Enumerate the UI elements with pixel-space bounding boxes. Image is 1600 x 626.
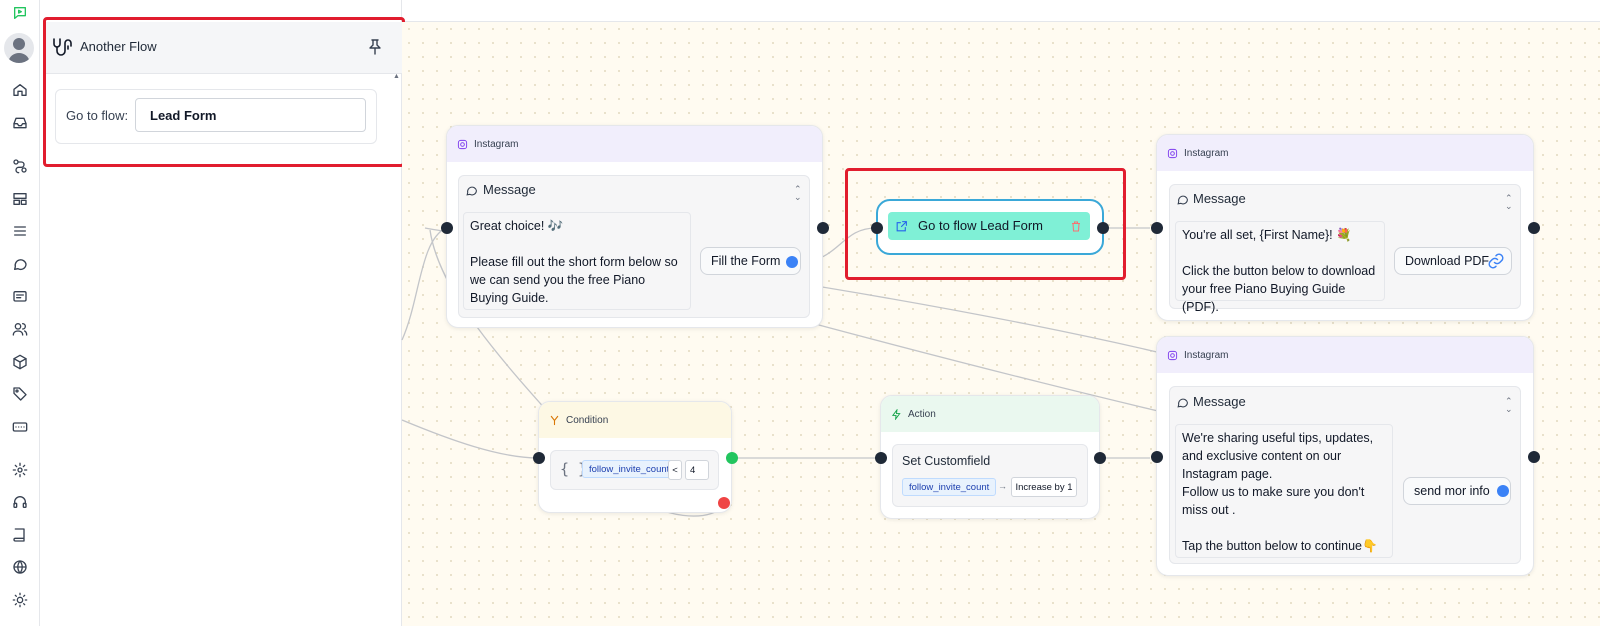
link-icon — [1488, 253, 1504, 269]
action-operation[interactable]: Increase by 1 — [1011, 477, 1077, 497]
input-handle[interactable] — [1151, 222, 1163, 234]
action-input-handle[interactable] — [875, 452, 887, 464]
action-title: Action — [908, 408, 936, 420]
keyboard-icon[interactable] — [10, 417, 30, 437]
message-icon — [1177, 398, 1188, 408]
chat-icon[interactable] — [10, 254, 30, 274]
condition-operator[interactable]: < — [668, 460, 682, 480]
avatar[interactable] — [4, 33, 34, 63]
flows-icon[interactable] — [10, 156, 30, 176]
send-more-info-button[interactable]: send mor info — [1403, 477, 1511, 505]
condition-false-handle[interactable] — [718, 497, 730, 509]
output-handle[interactable] — [1528, 451, 1540, 463]
channel-label: Instagram — [1184, 147, 1229, 159]
action-arrow: → — [998, 481, 1007, 491]
book-icon[interactable] — [10, 525, 30, 545]
condition-field-tag[interactable]: follow_invite_count — [582, 460, 677, 478]
app-logo-icon[interactable] — [10, 3, 30, 23]
condition-input-handle[interactable] — [533, 452, 545, 464]
message-title-1: Message — [483, 182, 536, 197]
bolt-icon — [891, 408, 901, 420]
highlight-box-goto — [845, 168, 1126, 280]
instagram-node-header: Instagram — [1157, 337, 1533, 373]
message-icon — [1177, 195, 1188, 205]
globe-icon[interactable] — [10, 557, 30, 577]
action-subtitle: Set Customfield — [902, 454, 991, 468]
channel-label: Instagram — [1184, 349, 1229, 361]
settings-icon[interactable] — [10, 460, 30, 480]
expand-chevron-icon[interactable]: ⌃ ⌄ — [1505, 194, 1513, 211]
message-text-3[interactable]: We're sharing useful tips, updates, and … — [1175, 424, 1393, 558]
instagram-icon — [1167, 350, 1178, 360]
condition-node-header: Condition — [539, 402, 731, 438]
highlight-box-panel — [43, 17, 405, 167]
messages-icon[interactable] — [10, 287, 30, 307]
contacts-icon[interactable] — [10, 319, 30, 339]
message-title-3: Message — [1193, 394, 1246, 409]
list-icon[interactable] — [10, 221, 30, 241]
package-icon[interactable] — [10, 352, 30, 372]
output-handle[interactable] — [1528, 222, 1540, 234]
action-field-tag[interactable]: follow_invite_count — [902, 478, 997, 496]
instagram-node-header: Instagram — [447, 126, 822, 162]
condition-value[interactable]: 4 — [685, 460, 709, 480]
button-output-handle[interactable] — [786, 256, 798, 268]
input-handle[interactable] — [441, 222, 453, 234]
instagram-node-header: Instagram — [1157, 135, 1533, 171]
message-icon — [466, 186, 477, 196]
output-handle[interactable] — [817, 222, 829, 234]
message-text-1[interactable]: Great choice! 🎶 Please fill out the shor… — [463, 212, 691, 310]
tag-icon[interactable] — [10, 384, 30, 404]
inbox-icon[interactable] — [10, 113, 30, 133]
message-title-2: Message — [1193, 191, 1246, 206]
input-handle[interactable] — [1151, 451, 1163, 463]
left-nav-rail — [0, 0, 40, 626]
headset-icon[interactable] — [10, 492, 30, 512]
instagram-icon — [1167, 148, 1178, 158]
action-output-handle[interactable] — [1094, 452, 1106, 464]
sun-icon[interactable] — [10, 590, 30, 610]
branch-icon — [550, 415, 559, 425]
condition-true-handle[interactable] — [726, 452, 738, 464]
button-output-handle[interactable] — [1497, 485, 1509, 497]
condition-title: Condition — [566, 414, 609, 426]
expand-chevron-icon[interactable]: ⌃ ⌄ — [794, 185, 802, 202]
instagram-icon — [457, 139, 468, 149]
templates-icon[interactable] — [10, 189, 30, 209]
channel-label: Instagram — [474, 138, 519, 150]
home-icon[interactable] — [10, 80, 30, 100]
message-text-2[interactable]: You're all set, {First Name}! 💐 Click th… — [1175, 221, 1385, 314]
action-node-header: Action — [881, 396, 1099, 432]
expand-chevron-icon[interactable]: ⌃ ⌄ — [1505, 397, 1513, 414]
